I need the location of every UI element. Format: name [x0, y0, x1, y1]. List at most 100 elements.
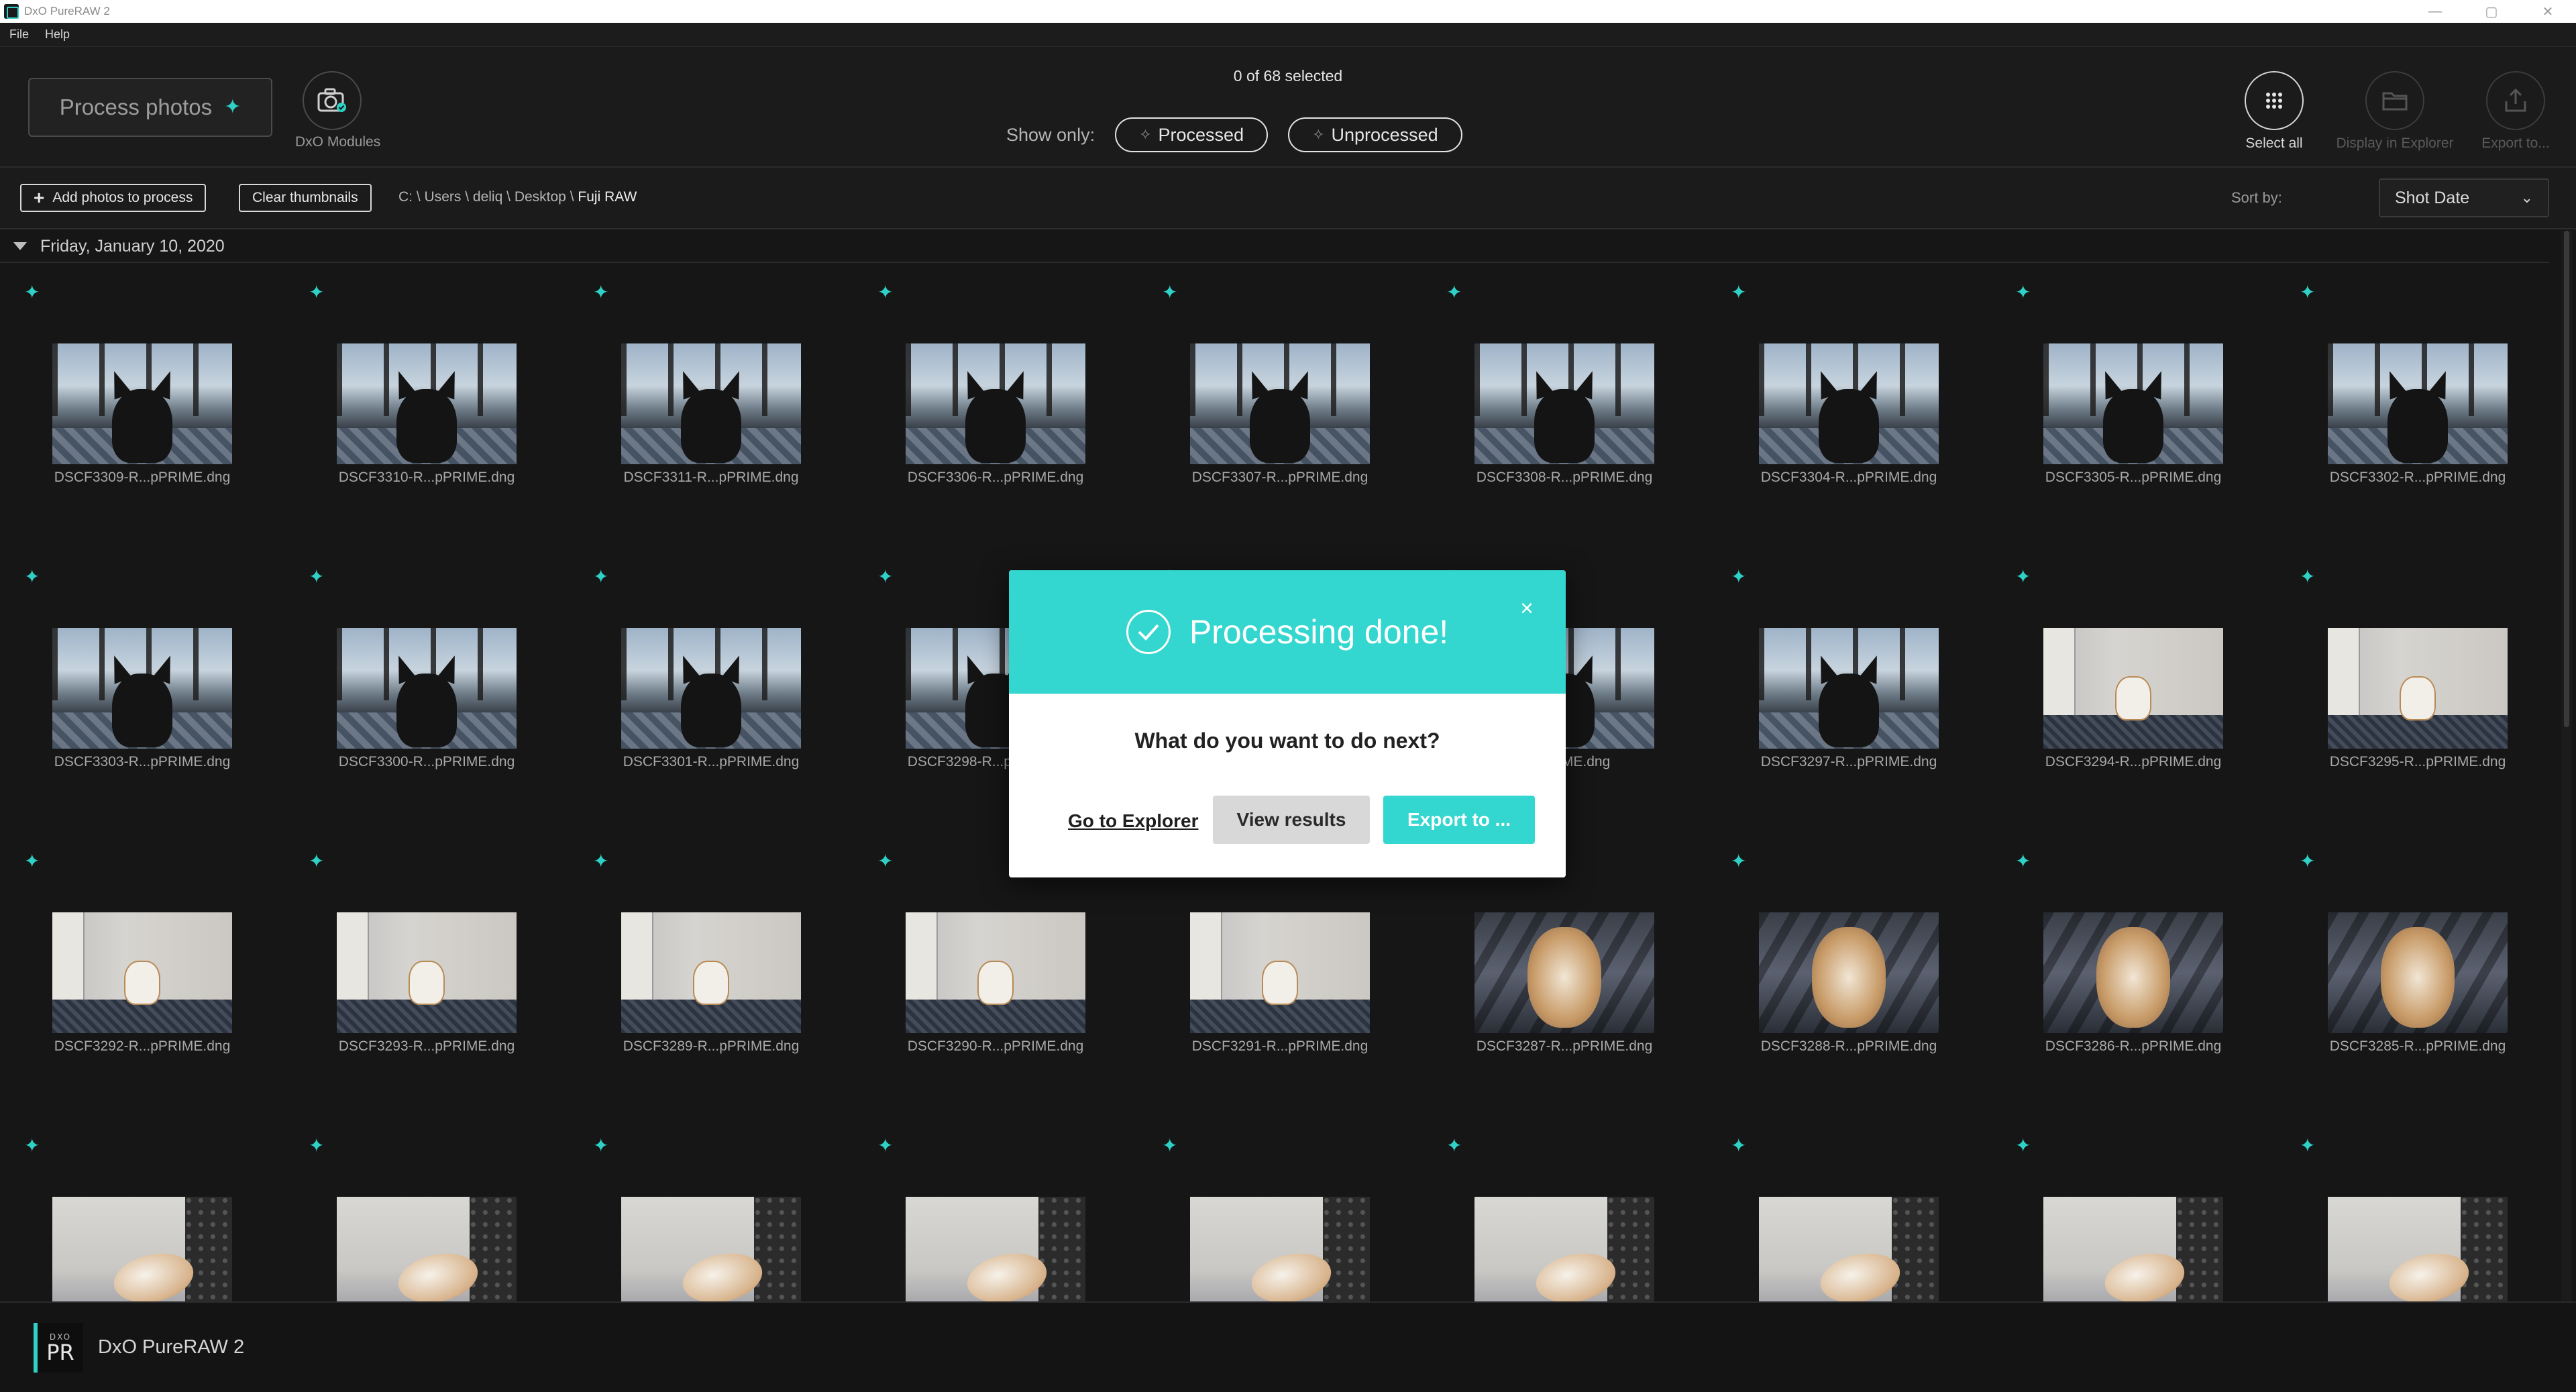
- photo-thumbnail-image[interactable]: [52, 343, 232, 464]
- photo-thumbnail-image[interactable]: [2043, 343, 2223, 464]
- photo-thumbnail-cell[interactable]: ✦ DSCF3293-R...pPRIME.dng: [284, 832, 569, 1116]
- dialog-close-icon[interactable]: ×: [1520, 597, 1534, 620]
- view-results-button[interactable]: View results: [1213, 796, 1370, 844]
- photo-thumbnail-cell[interactable]: ✦ DSCF3311-R...pPRIME.dng: [569, 263, 853, 547]
- photo-thumbnail-image[interactable]: [1759, 343, 1939, 464]
- photo-thumbnail-cell[interactable]: ✦ DSCF3289-R...pPRIME.dng: [569, 832, 853, 1116]
- breadcrumb-item[interactable]: Desktop: [515, 189, 566, 205]
- wall-corner: [52, 912, 85, 1000]
- filter-unprocessed-button[interactable]: ✧ Unprocessed: [1288, 117, 1462, 152]
- photo-thumbnail-image[interactable]: [621, 1197, 801, 1301]
- photo-thumbnail-cell[interactable]: ✦: [1138, 1116, 1422, 1301]
- go-to-explorer-link[interactable]: Go to Explorer: [1068, 810, 1198, 832]
- photo-thumbnail-image[interactable]: [2328, 343, 2508, 464]
- photo-thumbnail-cell[interactable]: ✦ DSCF3301-R...pPRIME.dng: [569, 547, 853, 832]
- photo-thumbnail-image[interactable]: [2043, 912, 2223, 1033]
- photo-thumbnail-cell[interactable]: ✦: [284, 1116, 569, 1301]
- photo-thumbnail-image[interactable]: [1759, 912, 1939, 1033]
- menu-file[interactable]: File: [9, 28, 29, 42]
- photo-thumbnail-image[interactable]: [337, 628, 517, 749]
- process-photos-button[interactable]: Process photos ✦: [28, 78, 272, 137]
- photo-thumbnail-cell[interactable]: ✦ DSCF3306-R...pPRIME.dng: [853, 263, 1138, 547]
- photo-thumbnail-cell[interactable]: ✦: [1422, 1116, 1707, 1301]
- processed-sparkle-icon: ✦: [1731, 282, 1747, 303]
- right-toolbar: Select all Display in Explorer Export to…: [2214, 71, 2576, 152]
- wall-corner: [621, 912, 654, 1000]
- photo-thumbnail-image[interactable]: [2328, 1197, 2508, 1301]
- display-in-explorer-button[interactable]: Display in Explorer: [2334, 71, 2455, 152]
- close-window-button[interactable]: ✕: [2520, 0, 2576, 23]
- photo-thumbnail-cell[interactable]: ✦ DSCF3310-R...pPRIME.dng: [284, 263, 569, 547]
- photo-thumbnail-cell[interactable]: ✦: [853, 1116, 1138, 1301]
- menu-help[interactable]: Help: [45, 28, 70, 42]
- processed-sparkle-icon: ✦: [593, 1135, 609, 1156]
- photo-thumbnail-image[interactable]: [2328, 628, 2508, 749]
- breadcrumb-item[interactable]: Users: [425, 189, 462, 205]
- photo-thumbnail-image[interactable]: [906, 912, 1085, 1033]
- breadcrumb-item[interactable]: deliq: [473, 189, 502, 205]
- maximize-button[interactable]: ▢: [2463, 0, 2520, 23]
- photo-thumbnail-image[interactable]: [1759, 1197, 1939, 1301]
- window-title: DxO PureRAW 2: [24, 5, 110, 17]
- photo-thumbnail-image[interactable]: [621, 343, 801, 464]
- photo-thumbnail-image[interactable]: [337, 912, 517, 1033]
- photo-thumbnail-cell[interactable]: ✦ DSCF3302-R...pPRIME.dng: [2275, 263, 2556, 547]
- blanket: [1759, 712, 1939, 749]
- photo-thumbnail-image[interactable]: [1759, 628, 1939, 749]
- filter-processed-button[interactable]: ✧ Processed: [1115, 117, 1269, 152]
- photo-thumbnail-image[interactable]: [1190, 1197, 1370, 1301]
- blanket: [52, 428, 232, 464]
- photo-thumbnail-cell[interactable]: ✦ DSCF3285-R...pPRIME.dng: [2275, 832, 2556, 1116]
- photo-thumbnail-image[interactable]: [52, 912, 232, 1033]
- photo-thumbnail-cell[interactable]: ✦: [1991, 1116, 2275, 1301]
- scrollbar-thumb[interactable]: [2564, 231, 2569, 727]
- photo-thumbnail-cell[interactable]: ✦ DSCF3297-R...pPRIME.dng: [1707, 547, 1991, 832]
- photo-thumbnail-image[interactable]: [906, 1197, 1085, 1301]
- photo-thumbnail-image[interactable]: [1190, 912, 1370, 1033]
- photo-thumbnail-image[interactable]: [52, 628, 232, 749]
- collapse-triangle-icon[interactable]: [13, 242, 27, 250]
- photo-thumbnail-image[interactable]: [1190, 343, 1370, 464]
- photo-thumbnail-cell[interactable]: ✦ DSCF3295-R...pPRIME.dng: [2275, 547, 2556, 832]
- photo-thumbnail-cell[interactable]: ✦ DSCF3308-R...pPRIME.dng: [1422, 263, 1707, 547]
- photo-thumbnail-image[interactable]: [52, 1197, 232, 1301]
- photo-thumbnail-image[interactable]: [1474, 343, 1654, 464]
- photo-thumbnail-image[interactable]: [1474, 1197, 1654, 1301]
- photo-thumbnail-image[interactable]: [2328, 912, 2508, 1033]
- photo-thumbnail-image[interactable]: [337, 343, 517, 464]
- photo-thumbnail-cell[interactable]: ✦ DSCF3292-R...pPRIME.dng: [0, 832, 284, 1116]
- select-all-button[interactable]: Select all: [2214, 71, 2334, 152]
- sort-by-select[interactable]: Shot Date ⌄: [2379, 178, 2549, 217]
- export-to-button[interactable]: Export to...: [2455, 71, 2576, 152]
- dialog-export-button[interactable]: Export to ...: [1383, 796, 1535, 844]
- photo-thumbnail-cell[interactable]: ✦ DSCF3300-R...pPRIME.dng: [284, 547, 569, 832]
- add-photos-button[interactable]: + Add photos to process: [20, 184, 207, 212]
- minimize-button[interactable]: —: [2407, 0, 2463, 23]
- photo-thumbnail-cell[interactable]: ✦ DSCF3288-R...pPRIME.dng: [1707, 832, 1991, 1116]
- photo-thumbnail-image[interactable]: [2043, 628, 2223, 749]
- photo-thumbnail-image[interactable]: [621, 628, 801, 749]
- photo-thumbnail-image[interactable]: [337, 1197, 517, 1301]
- photo-thumbnail-image[interactable]: [621, 912, 801, 1033]
- date-group-header[interactable]: Friday, January 10, 2020: [0, 231, 2549, 263]
- photo-thumbnail-cell[interactable]: ✦ DSCF3304-R...pPRIME.dng: [1707, 263, 1991, 547]
- photo-thumbnail-cell[interactable]: ✦: [1707, 1116, 1991, 1301]
- photo-thumbnail-cell[interactable]: ✦ DSCF3294-R...pPRIME.dng: [1991, 547, 2275, 832]
- photo-thumbnail-cell[interactable]: ✦ DSCF3303-R...pPRIME.dng: [0, 547, 284, 832]
- photo-thumbnail-cell[interactable]: ✦: [2275, 1116, 2556, 1301]
- breadcrumb-item[interactable]: C:: [398, 189, 413, 205]
- photo-thumbnail-image[interactable]: [906, 343, 1085, 464]
- photo-thumbnail-image[interactable]: [2043, 1197, 2223, 1301]
- photo-thumbnail-cell[interactable]: ✦ DSCF3307-R...pPRIME.dng: [1138, 263, 1422, 547]
- processing-done-dialog: Processing done! × What do you want to d…: [1009, 570, 1566, 877]
- clear-thumbnails-button[interactable]: Clear thumbnails: [239, 184, 372, 212]
- photo-thumbnail-image[interactable]: [1474, 912, 1654, 1033]
- photo-thumbnail-cell[interactable]: ✦: [0, 1116, 284, 1301]
- photo-thumbnail-cell[interactable]: ✦: [569, 1116, 853, 1301]
- photo-thumbnail-cell[interactable]: ✦ DSCF3309-R...pPRIME.dng: [0, 263, 284, 547]
- processed-sparkle-icon: ✦: [2015, 566, 2031, 587]
- processed-sparkle-icon: ✦: [2300, 282, 2316, 303]
- photo-thumbnail-cell[interactable]: ✦ DSCF3305-R...pPRIME.dng: [1991, 263, 2275, 547]
- photo-filename: DSCF3286-R...pPRIME.dng: [2045, 1038, 2222, 1054]
- photo-thumbnail-cell[interactable]: ✦ DSCF3286-R...pPRIME.dng: [1991, 832, 2275, 1116]
